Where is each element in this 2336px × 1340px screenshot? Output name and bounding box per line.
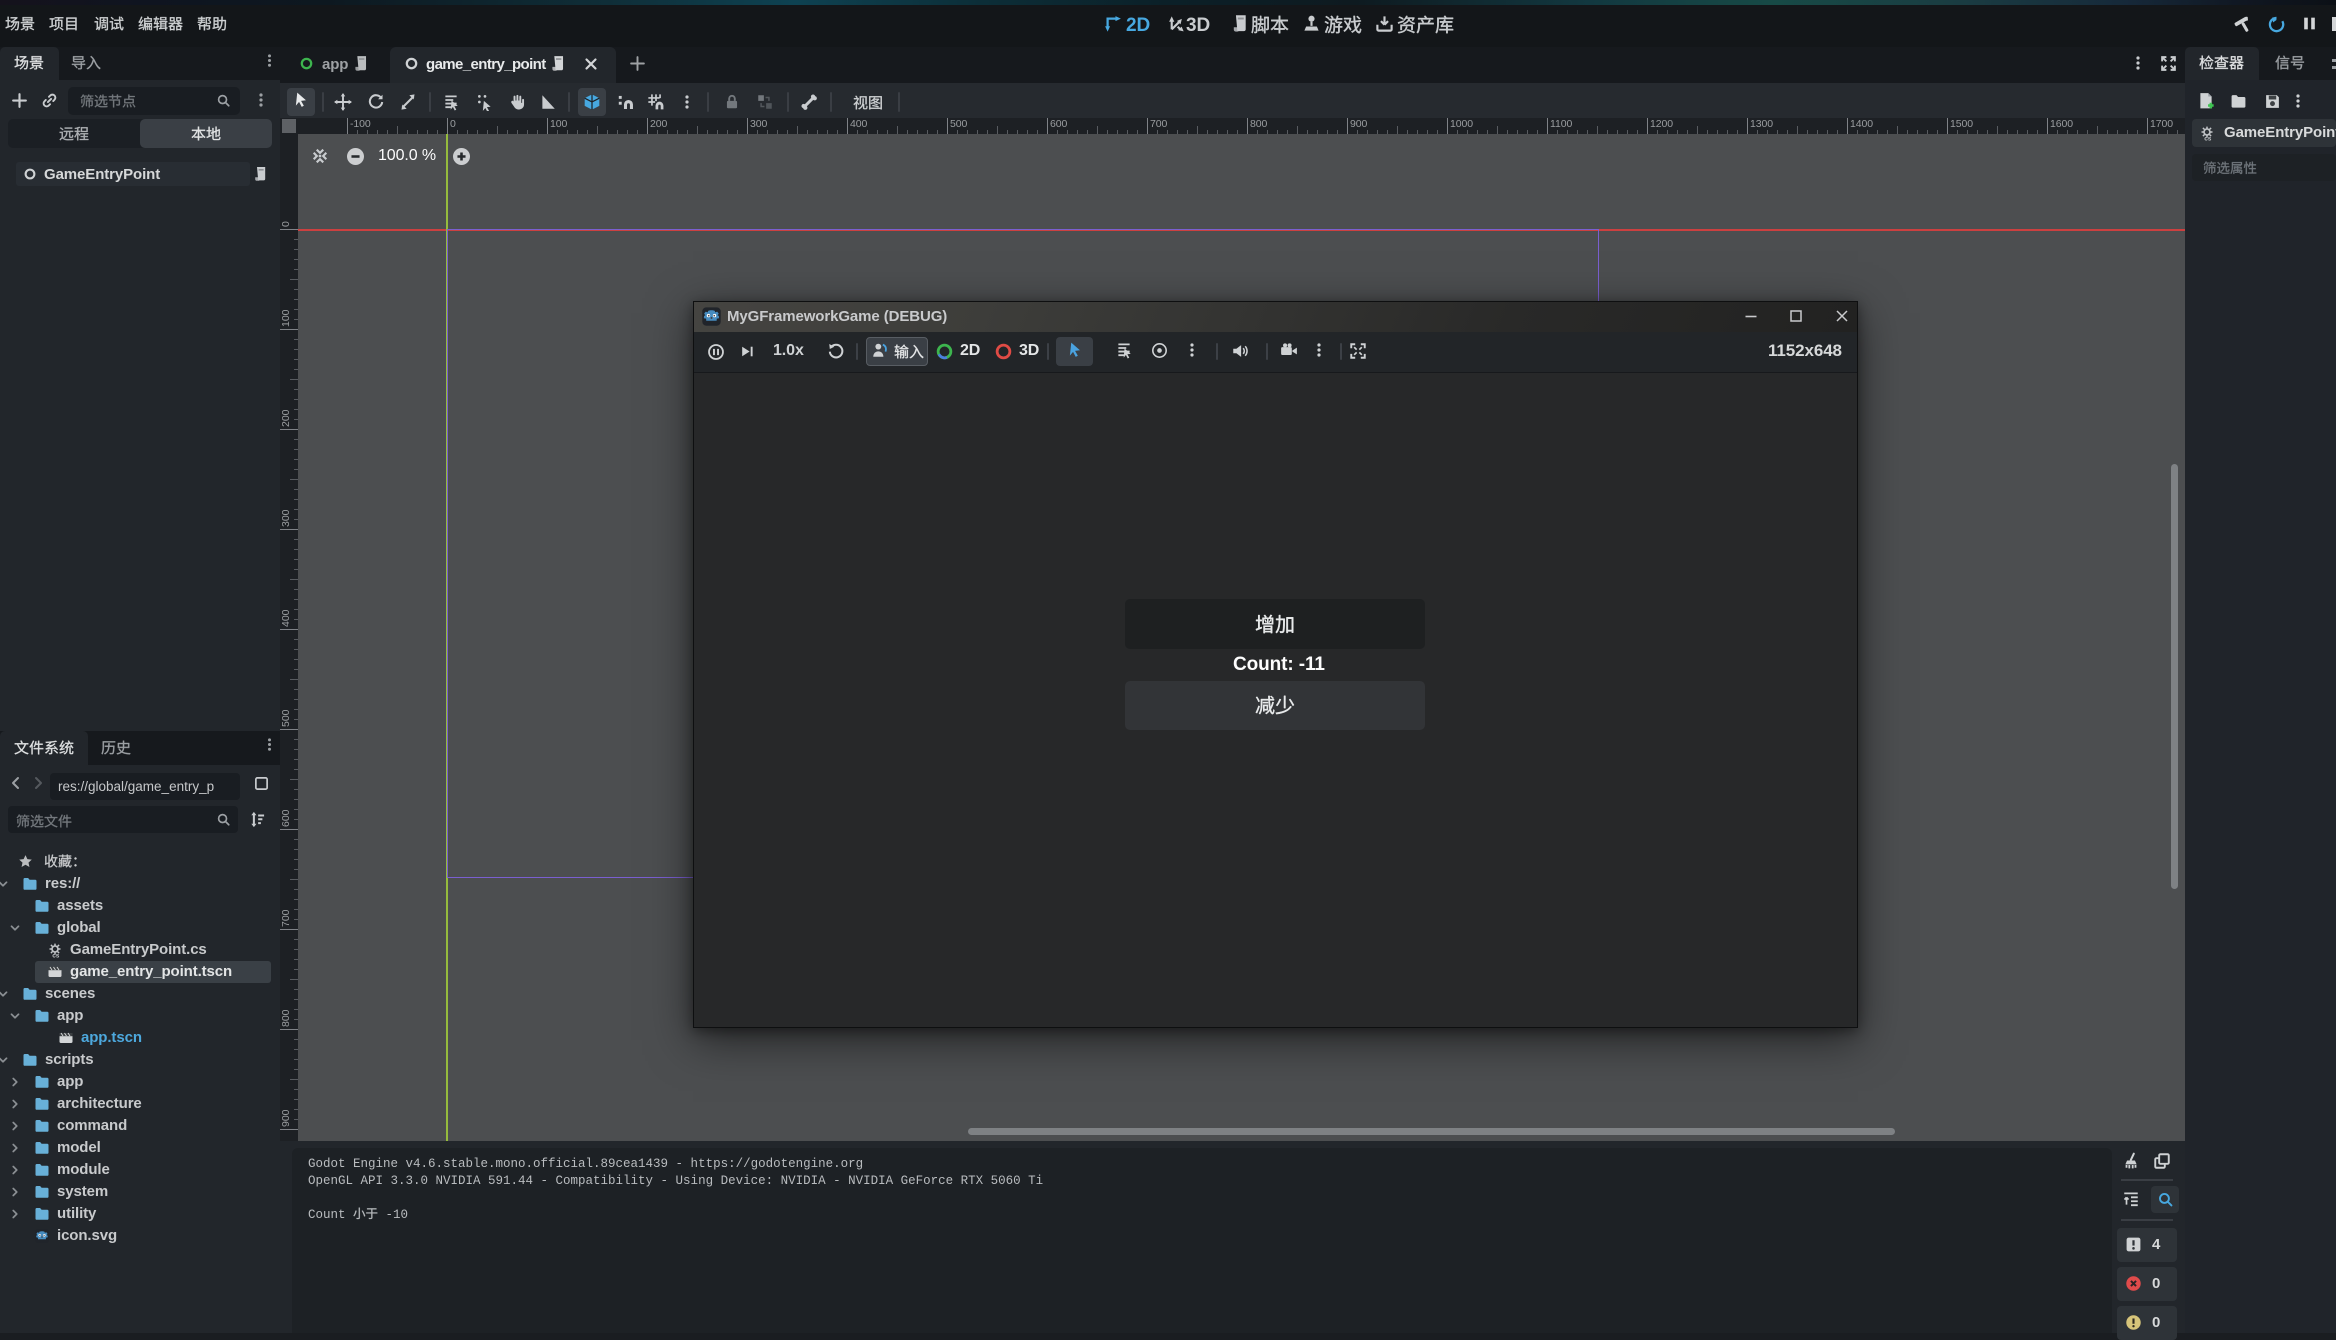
svg-text:cs: cs (52, 952, 60, 958)
svg-text:cs: cs (2204, 135, 2212, 141)
